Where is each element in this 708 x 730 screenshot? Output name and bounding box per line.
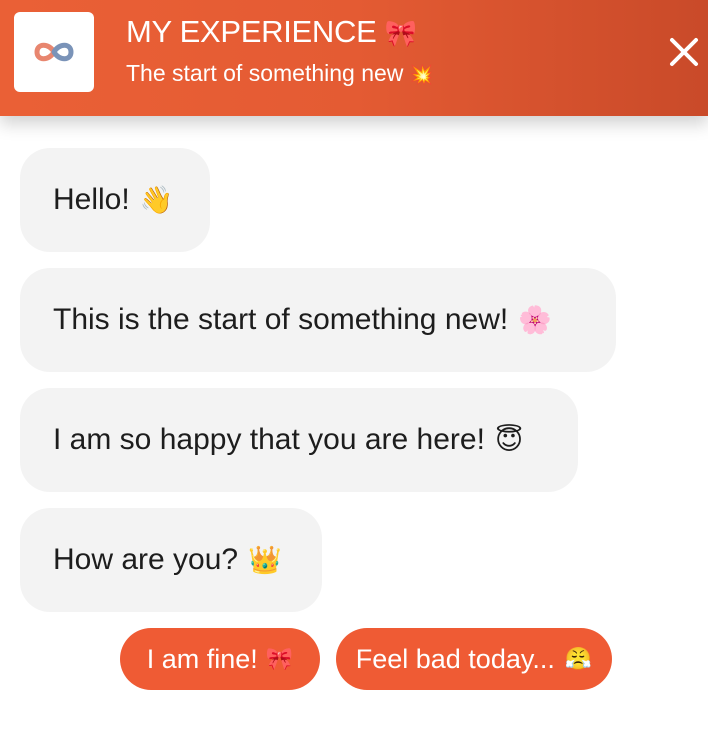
message-bubble: This is the start of something new! 🌸 <box>20 268 616 372</box>
collision-icon: 💥 <box>409 65 434 86</box>
message-text: How are you? <box>53 543 239 576</box>
quick-reply-feel-bad-button[interactable]: Feel bad today... 😤 <box>336 628 612 690</box>
cherry-blossom-icon: 🌸 <box>518 305 552 335</box>
waving-hand-icon: 👋 <box>139 185 174 215</box>
chat-header: MY EXPERIENCE 🎀 The start of something n… <box>0 0 708 116</box>
message-text: I am so happy that you are here! <box>53 423 485 456</box>
message-text: Hello! <box>53 183 130 216</box>
halo-smile-icon: 😇 <box>494 424 524 455</box>
infinity-logo-icon <box>34 42 74 62</box>
steam-face-icon: 😤 <box>564 646 593 671</box>
logo <box>14 12 94 92</box>
bow-icon: 🎀 <box>384 18 417 48</box>
crown-icon: 👑 <box>248 545 282 575</box>
message-bubble: I am so happy that you are here! 😇 <box>20 388 578 492</box>
header-title: MY EXPERIENCE 🎀 <box>126 14 417 50</box>
close-icon <box>670 38 698 66</box>
bow-icon: 🎀 <box>265 646 294 671</box>
quick-reply-label: Feel bad today... <box>355 643 555 674</box>
close-button[interactable] <box>664 32 704 72</box>
quick-reply-fine-button[interactable]: I am fine! 🎀 <box>120 628 320 690</box>
quick-reply-label: I am fine! <box>146 643 258 674</box>
message-bubble: Hello! 👋 <box>20 148 210 252</box>
header-title-text: MY EXPERIENCE <box>126 14 377 49</box>
header-subtitle-text: The start of something new <box>126 60 404 86</box>
message-text: This is the start of something new! <box>53 303 509 336</box>
message-bubble: How are you? 👑 <box>20 508 322 612</box>
header-subtitle: The start of something new 💥 <box>126 60 433 87</box>
